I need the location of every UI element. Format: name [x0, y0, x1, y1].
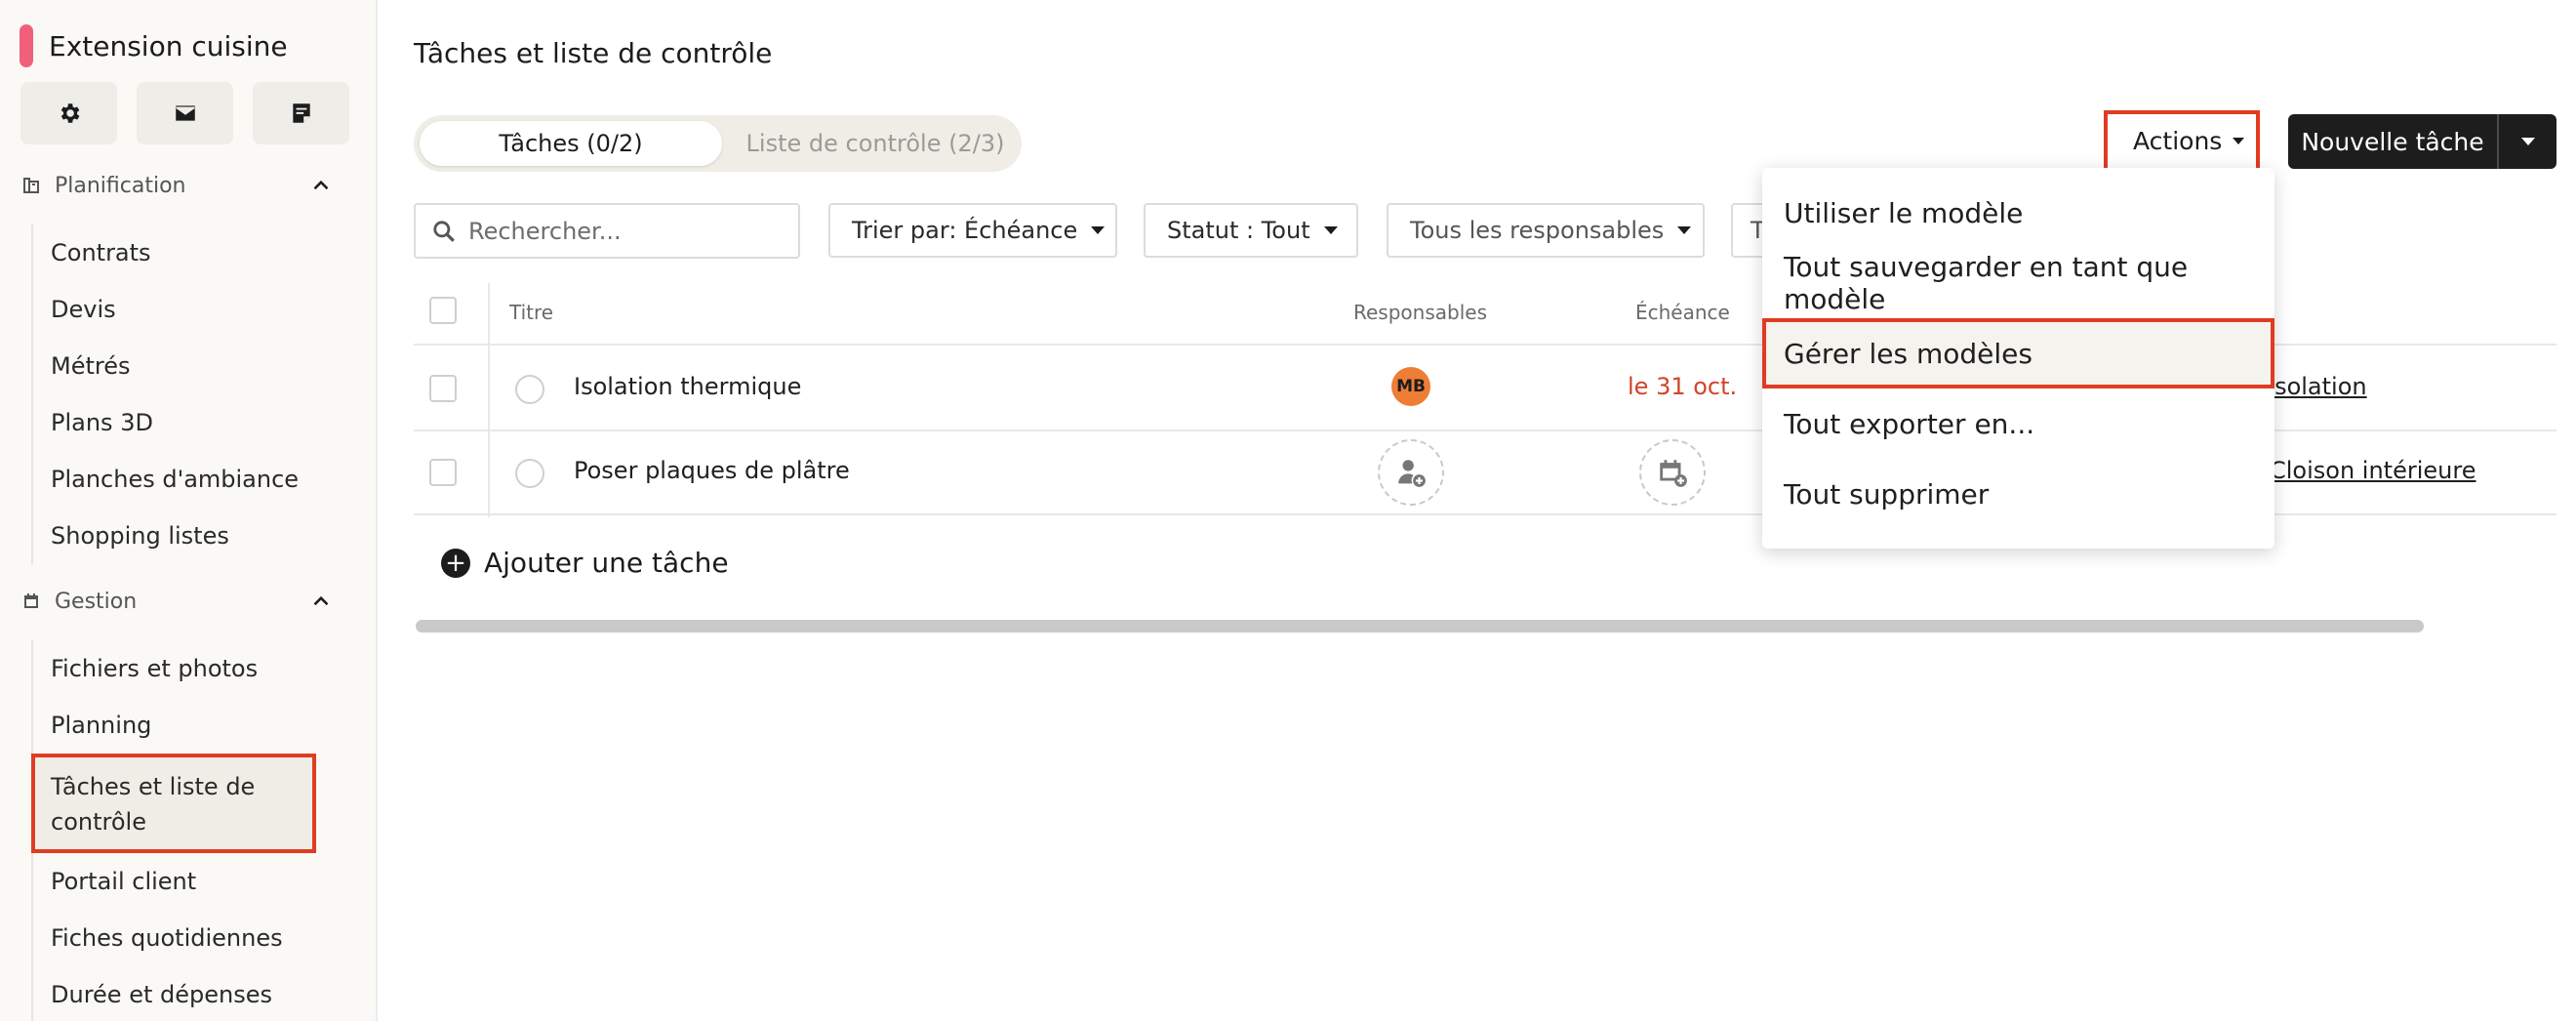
status-label: Statut : Tout [1167, 217, 1310, 244]
project-header: Extension cuisine [20, 23, 288, 68]
menu-item-use-template[interactable]: Utiliser le modèle [1762, 178, 2274, 248]
sidebar-item-fiches[interactable]: Fiches quotidiennes [33, 910, 353, 966]
sidebar-item-duree[interactable]: Durée et dépenses [33, 966, 353, 1021]
section-planification[interactable]: Planification [21, 166, 334, 205]
sidebar: Extension cuisine Planification Contrats… [0, 0, 378, 1021]
tab-liste-controle[interactable]: Liste de contrôle (2/3) [736, 121, 1015, 166]
add-task-button[interactable]: + Ajouter une tâche [441, 547, 729, 579]
assignee-filter[interactable]: Tous les responsables [1387, 203, 1705, 258]
caret-down-icon [1091, 226, 1106, 234]
tab-taches[interactable]: Tâches (0/2) [420, 121, 722, 166]
nav-group-gestion: Fichiers et photos Planning Tâches et li… [31, 640, 353, 1021]
gear-icon [60, 103, 79, 123]
blueprint-icon [21, 176, 41, 195]
plus-circle-icon: + [441, 548, 470, 578]
actions-label: Actions [2133, 127, 2223, 155]
sidebar-item-planches[interactable]: Planches d'ambiance [33, 451, 353, 508]
column-assignees[interactable]: Responsables [1353, 301, 1487, 324]
row-checkbox[interactable] [429, 375, 457, 402]
due-date[interactable]: le 31 oct. [1628, 373, 1737, 400]
chevron-up-icon[interactable] [308, 173, 334, 198]
caret-down-icon [2233, 138, 2244, 144]
caret-down-icon [1677, 226, 1692, 234]
sidebar-item-planning[interactable]: Planning [33, 697, 353, 754]
column-title[interactable]: Titre [509, 301, 553, 324]
assign-user-button[interactable] [1378, 439, 1444, 506]
task-status-toggle[interactable] [515, 459, 544, 488]
task-title[interactable]: Poser plaques de plâtre [574, 457, 850, 484]
menu-item-manage-templates[interactable]: Gérer les modèles [1762, 318, 2274, 388]
sidebar-item-fichiers[interactable]: Fichiers et photos [33, 640, 353, 697]
sidebar-item-taches[interactable]: Tâches et liste de contrôle [31, 754, 316, 853]
menu-item-save-all-as-template[interactable]: Tout sauvegarder en tant que modèle [1762, 248, 2274, 318]
new-task-split-button: Nouvelle tâche [2288, 114, 2556, 169]
search-box[interactable] [414, 203, 800, 259]
task-tag-link[interactable]: Isolation [2268, 373, 2367, 400]
calendar-icon [21, 592, 41, 611]
add-user-icon [1398, 460, 1426, 487]
avatar[interactable]: MB [1391, 367, 1430, 406]
new-task-button[interactable]: Nouvelle tâche [2288, 114, 2499, 169]
sidebar-item-shopping[interactable]: Shopping listes [33, 508, 353, 564]
mail-icon [175, 105, 195, 121]
horizontal-scrollbar[interactable] [416, 620, 2424, 633]
search-input[interactable] [468, 217, 781, 245]
section-gestion[interactable]: Gestion [21, 582, 334, 621]
task-tag-link[interactable]: Cloison intérieure [2270, 457, 2475, 484]
chevron-up-icon[interactable] [308, 589, 334, 614]
messages-button[interactable] [137, 82, 233, 144]
add-task-label: Ajouter une tâche [484, 547, 729, 579]
sort-dropdown[interactable]: Trier par: Échéance [828, 203, 1117, 258]
actions-button[interactable]: Actions [2104, 110, 2260, 172]
sidebar-item-contrats[interactable]: Contrats [33, 225, 353, 281]
assignee-label: Tous les responsables [1410, 217, 1665, 244]
sidebar-item-portail[interactable]: Portail client [33, 853, 353, 910]
calendar-add-icon [1660, 460, 1687, 487]
sidebar-item-plans-3d[interactable]: Plans 3D [33, 394, 353, 451]
menu-item-delete-all[interactable]: Tout supprimer [1762, 459, 2274, 529]
project-name: Extension cuisine [49, 29, 288, 62]
section-label: Gestion [55, 589, 138, 614]
search-icon [433, 220, 455, 242]
project-toolbar [20, 82, 349, 144]
column-due[interactable]: Échéance [1635, 301, 1730, 324]
select-all-checkbox[interactable] [429, 297, 457, 324]
project-color-bar [20, 24, 33, 67]
caret-down-icon [1323, 226, 1338, 234]
nav-group-planification: Contrats Devis Métrés Plans 3D Planches … [31, 225, 353, 564]
view-toggle: Tâches (0/2) Liste de contrôle (2/3) [414, 115, 1022, 172]
note-icon [292, 103, 310, 123]
task-status-toggle[interactable] [515, 375, 544, 404]
new-task-dropdown-button[interactable] [2499, 114, 2556, 169]
sidebar-item-devis[interactable]: Devis [33, 281, 353, 338]
task-title[interactable]: Isolation thermique [574, 373, 801, 400]
settings-button[interactable] [20, 82, 117, 144]
caret-down-icon [2520, 138, 2535, 145]
section-label: Planification [55, 173, 186, 198]
row-checkbox[interactable] [429, 459, 457, 486]
sidebar-item-metres[interactable]: Métrés [33, 338, 353, 394]
set-due-date-button[interactable] [1639, 439, 1706, 506]
page-title: Tâches et liste de contrôle [414, 37, 773, 69]
menu-item-export-all[interactable]: Tout exporter en... [1762, 388, 2274, 459]
sort-label: Trier par: Échéance [852, 217, 1078, 244]
actions-menu: Utiliser le modèle Tout sauvegarder en t… [1762, 168, 2274, 549]
status-filter[interactable]: Statut : Tout [1144, 203, 1358, 258]
notes-button[interactable] [253, 82, 349, 144]
